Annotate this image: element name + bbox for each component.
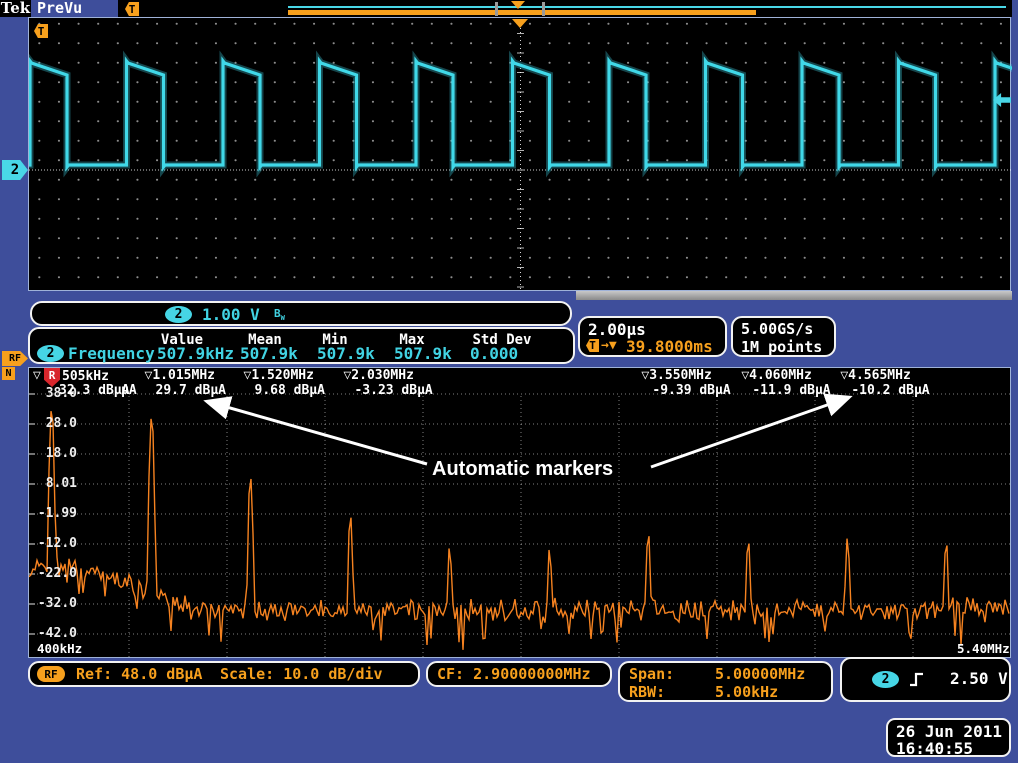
reference-marker-frequency: 505kHz — [62, 369, 109, 384]
overview-waveform-trace — [288, 6, 1006, 8]
overview-zoom-window[interactable] — [288, 10, 756, 15]
spectrum-stop-frequency-label: 5.40MHz — [957, 641, 1010, 656]
spectrum-marker-amplitude: 9.68 dBµA — [255, 383, 325, 398]
trigger-delay-value: 39.8000ms — [626, 337, 713, 356]
time-label: 16:40:55 — [896, 739, 973, 758]
trigger-delay-arrows-icon: →▼ — [601, 338, 617, 353]
meas-row-name: Frequency — [68, 344, 155, 363]
spectrum-markers: ▽1.015MHz29.7 dBµA ▽1.520MHz9.68 dBµA ▽2.0… — [29, 368, 1012, 659]
spectrum-marker-amplitude: -11.9 dBµA — [752, 383, 830, 398]
trigger-position-marker-icon[interactable] — [512, 19, 528, 28]
meas-mean: 507.9k — [240, 344, 298, 363]
acquisition-status: PreVu — [37, 0, 82, 16]
measurement-readout-panel: Value Mean Min Max Std Dev 2 Frequency 5… — [28, 327, 575, 364]
reference-marker-amplitude: 32.3 dBµA — [59, 383, 129, 398]
meas-max: 507.9k — [394, 344, 452, 363]
spectrum-marker-frequency[interactable]: ▽4.060MHz — [741, 368, 811, 383]
span-value: 5.00000MHz — [715, 665, 805, 683]
center-frequency-box[interactable]: CF: 2.90000000MHz — [426, 661, 612, 687]
channel2-scale-bar[interactable]: 2 1.00 V BW — [30, 301, 572, 326]
rf-channel-badge[interactable]: RF — [2, 351, 28, 366]
spectrum-start-frequency-label: 400kHz — [37, 641, 82, 656]
horizontal-divider-bar — [576, 291, 1012, 300]
meas-row-channel-badge: 2 — [37, 345, 64, 362]
datetime-box: 26 Jun 2011 16:40:55 — [886, 718, 1011, 757]
annotation-text: Automatic markers — [432, 458, 613, 481]
spectrum-marker-amplitude: -9.39 dBµA — [652, 383, 730, 398]
rbw-label: RBW: — [629, 683, 665, 701]
acquisition-settings-box[interactable]: 5.00GS/s 1M points — [731, 316, 836, 357]
overview-trigger-position-icon[interactable] — [511, 1, 525, 9]
trigger-delay-flag-icon: T — [586, 339, 599, 352]
top-bar: Tek PreVu T — [0, 0, 1018, 17]
meas-value: 507.9kHz — [157, 344, 234, 363]
rbw-value: 5.00kHz — [715, 683, 778, 701]
meas-min: 507.9k — [317, 344, 375, 363]
spectrum-marker-amplitude: -3.23 dBµA — [354, 383, 432, 398]
spectrum-marker-frequency[interactable]: ▽4.565MHz — [840, 368, 910, 383]
sample-rate: 5.00GS/s — [741, 320, 813, 338]
spectrum-marker-amplitude: -10.2 dBµA — [851, 383, 929, 398]
trigger-level-value: 2.50 V — [950, 669, 1008, 688]
tek-logo: Tek — [0, 0, 31, 17]
record-length: 1M points — [741, 338, 822, 356]
trigger-source-badge: 2 — [872, 671, 899, 688]
spectrum-marker-frequency[interactable]: ▽3.550MHz — [641, 368, 711, 383]
oscilloscope-screen: Tek PreVu T T 2 RF N 2 1.00 V BW Value M… — [0, 0, 1018, 763]
span-label: Span: — [629, 665, 674, 683]
trigger-settings-box[interactable]: 2 2.50 V — [840, 657, 1011, 702]
marker-triangle-icon: ▽ — [33, 368, 41, 383]
waveform-trace — [29, 18, 1012, 292]
rf-ref-level: Ref: 48.0 dBµA — [76, 665, 202, 683]
spectrum-display-area: 38.028.018.08.01-1.99-12.0-22.0-32.0-42.… — [28, 367, 1011, 658]
spectrum-marker-amplitude: 29.7 dBµA — [156, 383, 226, 398]
amplitude-units-label: µA — [121, 383, 137, 398]
spectrum-marker-frequency[interactable]: ▽2.030MHz — [343, 368, 413, 383]
spectrum-marker-frequency[interactable]: ▽1.015MHz — [145, 368, 215, 383]
horizontal-settings-box[interactable]: 2.00µs T →▼ 39.8000ms — [578, 316, 727, 357]
meas-stddev: 0.000 — [470, 344, 518, 363]
waveform-display-area: T — [28, 17, 1011, 291]
overview-bracket-right[interactable] — [542, 2, 545, 16]
rising-edge-slope-icon — [908, 670, 926, 688]
rf-badge: RF — [37, 666, 65, 682]
cf-readout: CF: 2.90000000MHz — [437, 665, 591, 683]
overview-bracket-left[interactable] — [495, 2, 498, 16]
rf-reference-bar[interactable]: RF Ref: 48.0 dBµA Scale: 10.0 dB/div — [28, 661, 420, 687]
spectrum-marker-frequency[interactable]: ▽1.520MHz — [244, 368, 314, 383]
rf-scale: Scale: 10.0 dB/div — [220, 665, 383, 683]
bandwidth-limit-icon: BW — [274, 307, 285, 322]
channel2-scale-value: 1.00 V — [202, 305, 260, 324]
span-rbw-box[interactable]: Span: 5.00000MHz RBW: 5.00kHz — [618, 661, 833, 702]
rf-normal-trace-badge[interactable]: N — [2, 367, 15, 380]
channel2-badge: 2 — [165, 306, 192, 323]
channel2-position-badge[interactable]: 2 — [2, 160, 28, 180]
